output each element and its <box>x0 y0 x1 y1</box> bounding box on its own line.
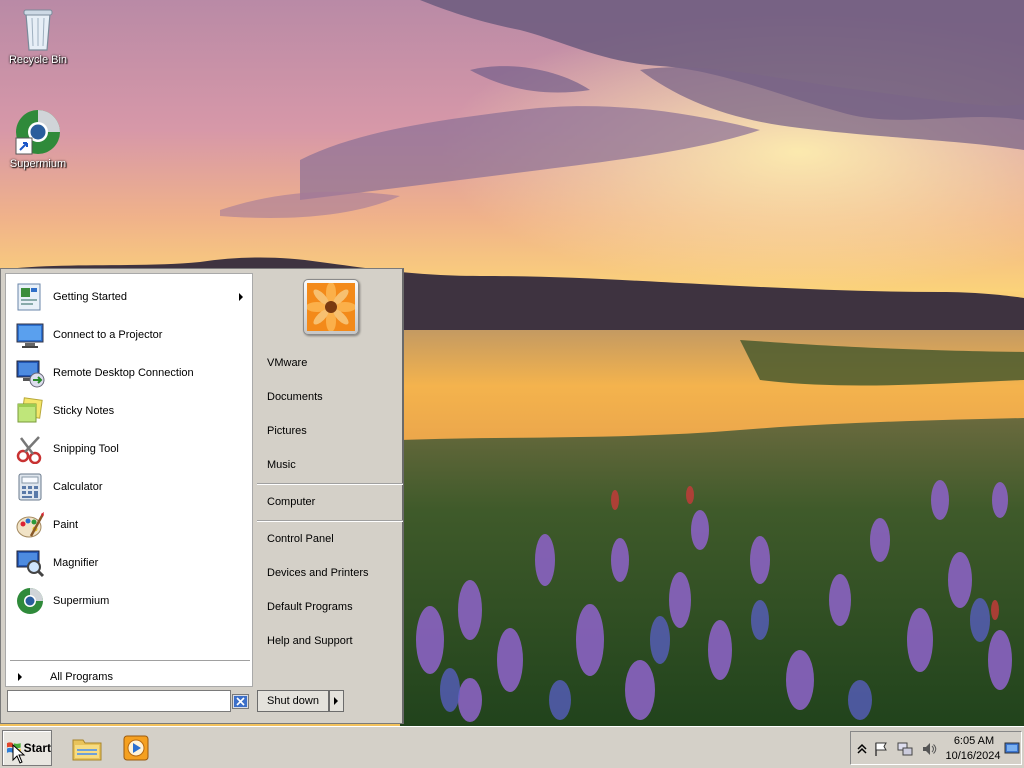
link-pictures[interactable]: Pictures <box>267 420 401 442</box>
start-button[interactable]: Start <box>2 730 52 766</box>
desktop-icon-label: Recycle Bin <box>8 54 68 66</box>
start-menu: Getting Started Connect to a Projector R… <box>0 268 404 724</box>
sticky-notes-icon <box>13 394 47 428</box>
recycle-bin-icon <box>23 9 53 51</box>
program-getting-started[interactable]: Getting Started <box>6 280 252 314</box>
program-supermium[interactable]: Supermium <box>6 584 252 618</box>
program-label: Magnifier <box>53 557 99 569</box>
user-flower-icon <box>306 282 356 332</box>
clock-date[interactable]: 10/16/2024 <box>943 750 1003 762</box>
link-documents[interactable]: Documents <box>267 386 401 408</box>
windows-explorer-icon <box>72 739 102 761</box>
calculator-icon <box>13 470 47 504</box>
taskbar-pinned-media-player[interactable] <box>118 732 154 764</box>
volume-icon[interactable] <box>921 741 937 757</box>
program-magnifier[interactable]: Magnifier <box>6 546 252 580</box>
program-remote-desktop[interactable]: Remote Desktop Connection <box>6 356 252 390</box>
program-paint[interactable]: Paint <box>6 508 252 542</box>
link-user-folder[interactable]: VMware <box>267 352 401 374</box>
magnifier-icon <box>13 546 47 580</box>
program-calculator[interactable]: Calculator <box>6 470 252 504</box>
program-label: Getting Started <box>53 291 127 303</box>
program-label: Supermium <box>53 595 110 607</box>
shut-down-button[interactable]: Shut down <box>257 690 329 712</box>
link-music[interactable]: Music <box>267 454 401 476</box>
start-menu-links-pane: VMware Documents Pictures Music Computer… <box>255 269 403 689</box>
program-label: Connect to a Projector <box>53 329 163 341</box>
network-icon[interactable] <box>897 741 913 757</box>
links-divider <box>257 520 403 522</box>
taskbar-pinned-explorer[interactable] <box>69 732 105 764</box>
search-clear-button[interactable] <box>232 694 249 709</box>
supermium-icon <box>13 584 47 618</box>
getting-started-icon <box>13 280 47 314</box>
program-label: Calculator <box>53 481 103 493</box>
desktop-icon-label: Supermium <box>9 158 67 170</box>
paint-icon <box>13 508 47 542</box>
media-player-icon <box>123 735 149 761</box>
link-devices-printers[interactable]: Devices and Printers <box>267 562 401 584</box>
snipping-tool-icon <box>13 432 47 466</box>
submenu-arrow-icon <box>239 293 243 301</box>
remote-desktop-icon <box>13 356 47 390</box>
program-label: Sticky Notes <box>53 405 115 417</box>
program-snipping-tool[interactable]: Snipping Tool <box>6 432 252 466</box>
close-icon <box>234 696 247 707</box>
mouse-cursor-icon <box>12 744 26 764</box>
start-menu-programs-pane: Getting Started Connect to a Projector R… <box>5 273 253 687</box>
shut-down-options-button[interactable] <box>329 690 344 712</box>
search-box <box>7 690 253 714</box>
search-input[interactable] <box>7 690 231 712</box>
action-center-flag-icon[interactable] <box>873 741 889 757</box>
notification-area: 6:05 AM 10/16/2024 <box>850 731 1022 765</box>
user-picture[interactable] <box>303 279 359 335</box>
link-computer[interactable]: Computer <box>267 491 401 513</box>
program-label: Paint <box>53 519 79 531</box>
start-label: Start <box>23 741 51 755</box>
clock-time[interactable]: 6:05 AM <box>947 735 1001 747</box>
program-connect-projector[interactable]: Connect to a Projector <box>6 318 252 352</box>
projector-icon <box>13 318 47 352</box>
all-programs-label: All Programs <box>50 671 113 683</box>
all-programs-arrow-icon <box>18 673 22 681</box>
taskbar: Start 6:05 AM 10/16/2024 <box>0 726 1024 768</box>
links-divider <box>257 483 403 485</box>
supermium-icon <box>15 110 60 155</box>
link-help-support[interactable]: Help and Support <box>267 630 401 652</box>
program-sticky-notes[interactable]: Sticky Notes <box>6 394 252 428</box>
desktop-icon-supermium[interactable]: Supermium <box>0 108 76 170</box>
desktop-icon-recycle-bin[interactable]: Recycle Bin <box>0 6 76 66</box>
program-label: Snipping Tool <box>53 443 119 455</box>
program-label: Remote Desktop Connection <box>53 367 194 379</box>
link-control-panel[interactable]: Control Panel <box>267 528 401 550</box>
show-hidden-icons-chevron-icon[interactable] <box>854 741 870 757</box>
all-programs-button[interactable]: All Programs <box>6 666 252 688</box>
link-default-programs[interactable]: Default Programs <box>267 596 401 618</box>
show-desktop-icon[interactable] <box>1004 740 1020 756</box>
programs-divider <box>10 660 250 662</box>
